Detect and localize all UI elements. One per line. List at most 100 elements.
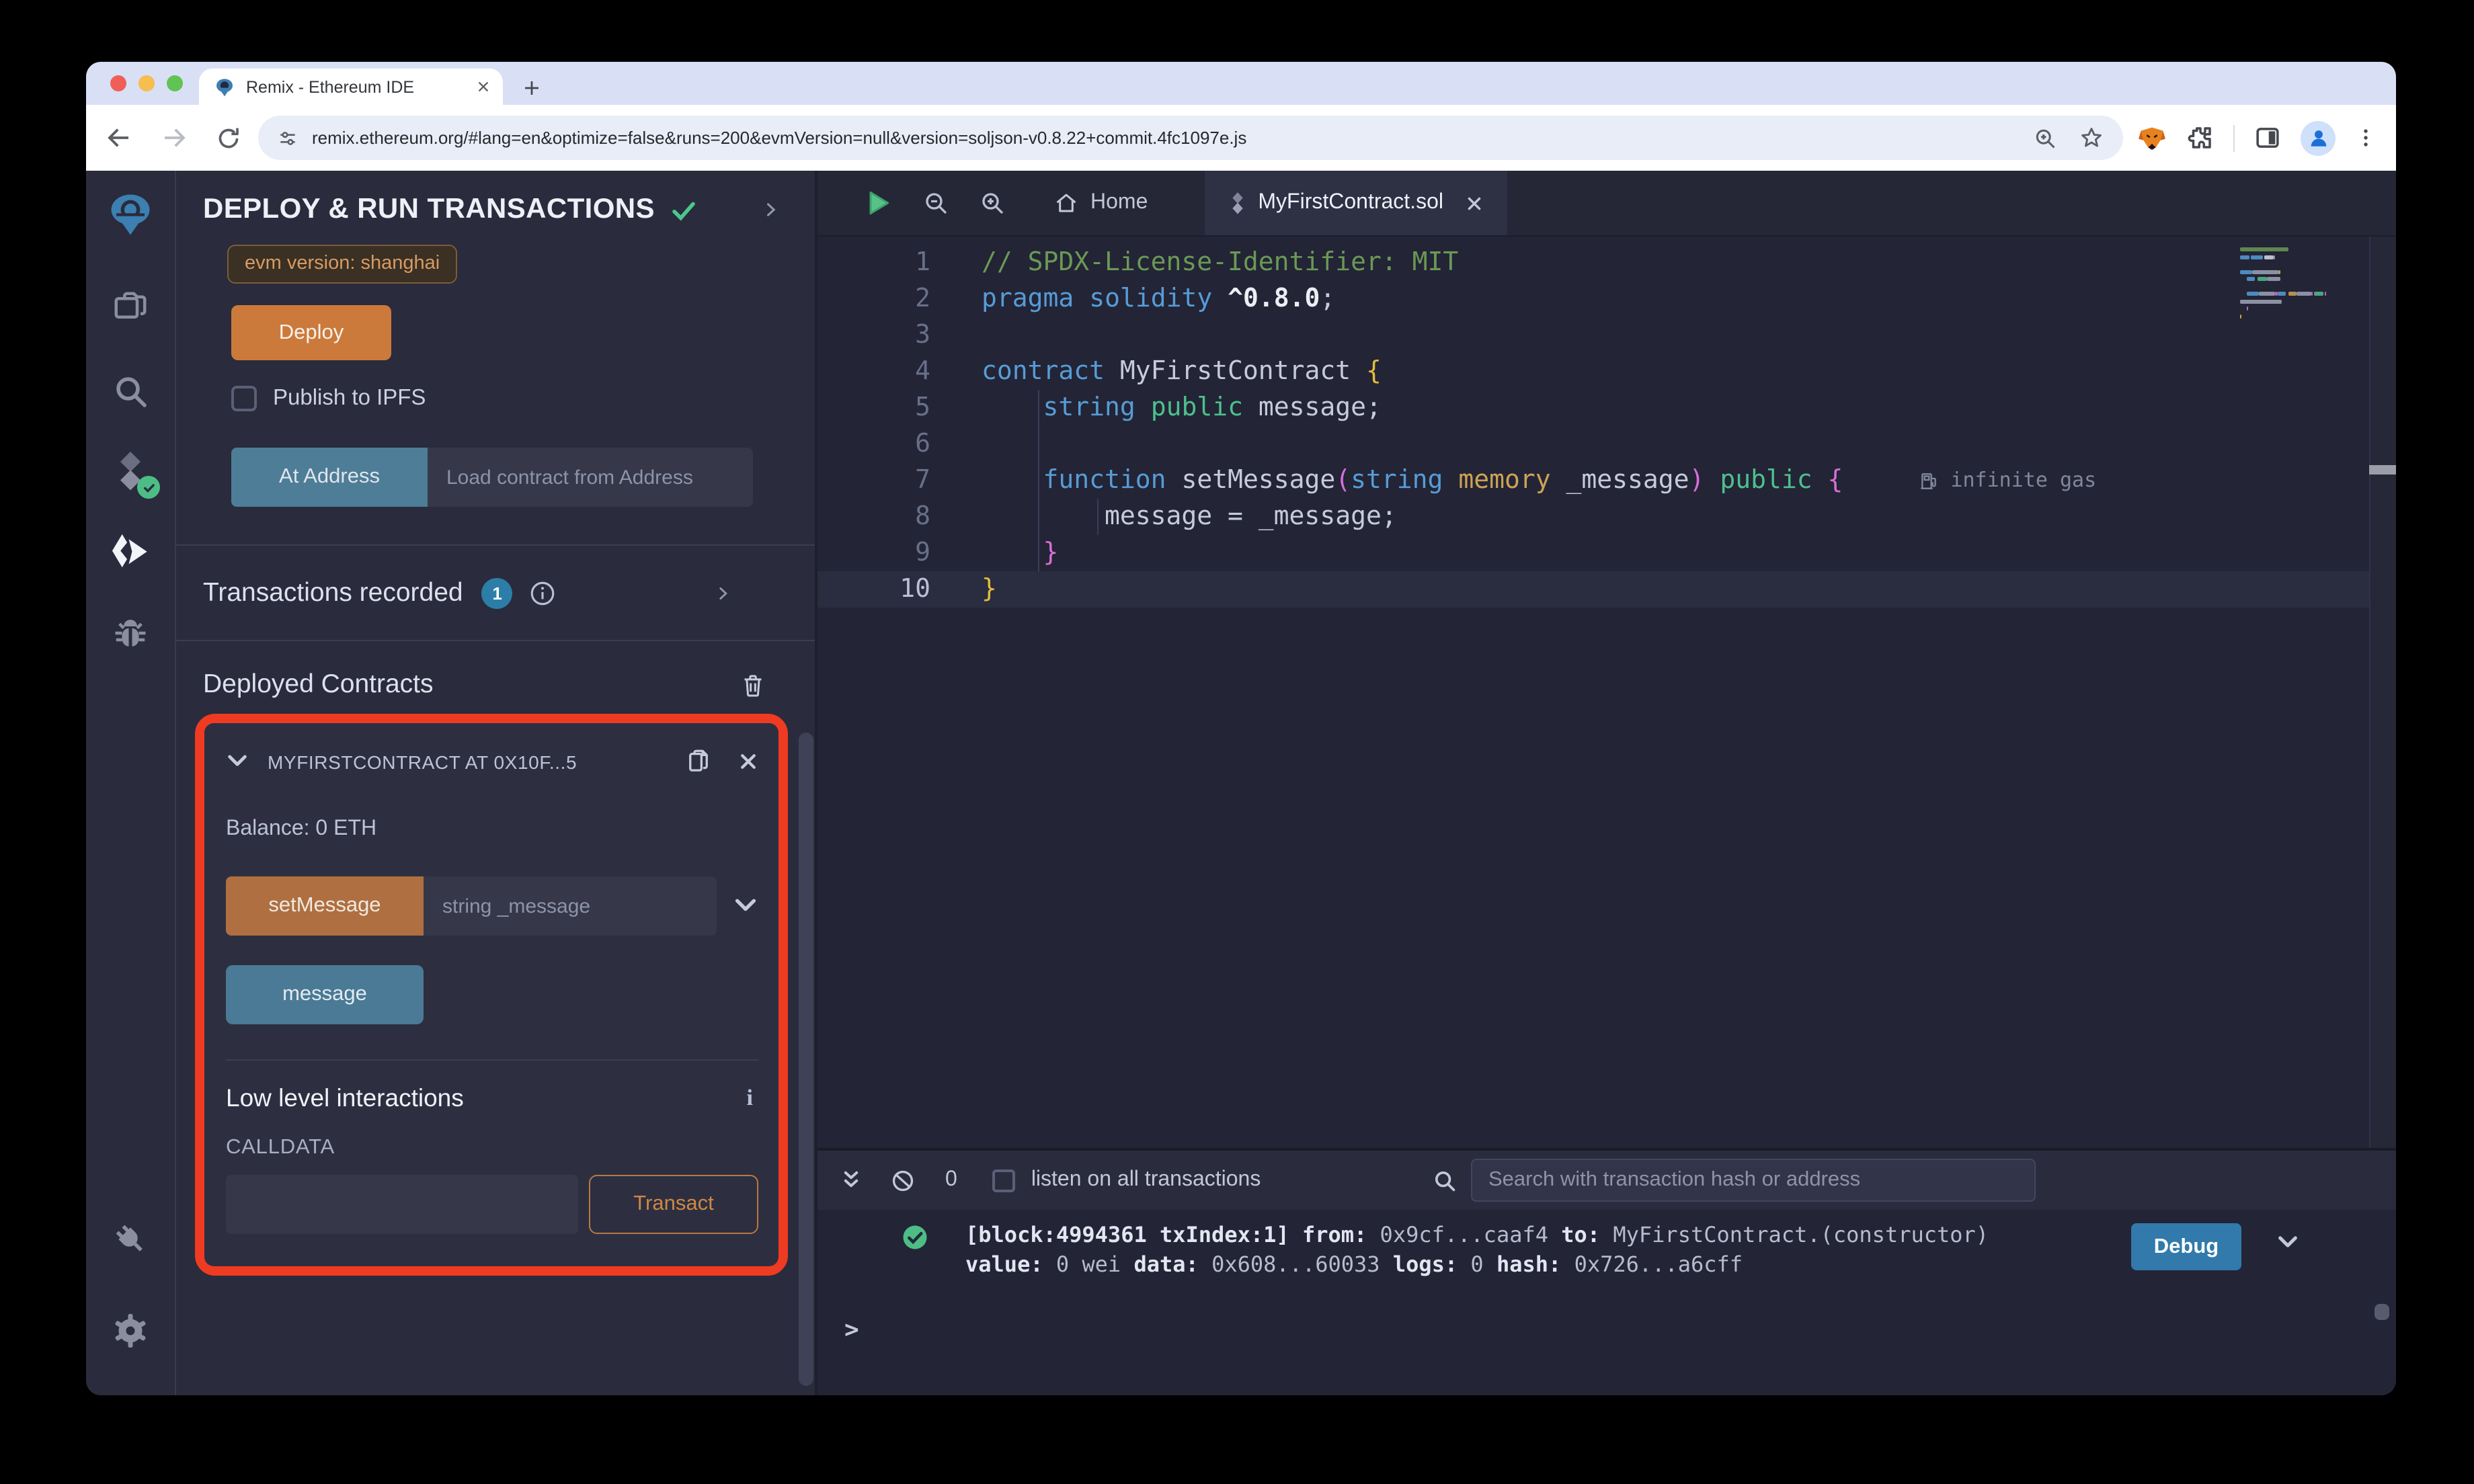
trash-icon[interactable] bbox=[740, 670, 766, 700]
terminal-scrollbar-thumb[interactable] bbox=[2375, 1304, 2389, 1320]
file-tab-active[interactable]: MyFirstContract.sol bbox=[1204, 171, 1508, 235]
home-tab[interactable]: Home bbox=[1033, 171, 1169, 235]
code-line[interactable]: 10} bbox=[817, 571, 2396, 608]
log-expand-chevron-icon[interactable] bbox=[2276, 1234, 2299, 1281]
line-number: 3 bbox=[915, 320, 930, 349]
settings-gear-icon[interactable] bbox=[106, 1307, 155, 1355]
file-tab-close-icon[interactable] bbox=[1466, 194, 1484, 212]
site-settings-icon[interactable] bbox=[277, 127, 298, 149]
message-getter-button[interactable]: message bbox=[226, 965, 424, 1024]
transactions-expand-chevron-icon[interactable] bbox=[714, 583, 731, 603]
reload-button[interactable] bbox=[215, 124, 242, 151]
set-message-button[interactable]: setMessage bbox=[226, 876, 424, 936]
contract-instance-title[interactable]: MYFIRSTCONTRACT AT 0X10F...5 bbox=[268, 751, 684, 772]
minimize-window-button[interactable] bbox=[138, 75, 155, 91]
card-divider bbox=[226, 1059, 758, 1061]
clear-console-icon[interactable] bbox=[890, 1167, 916, 1193]
code-line[interactable]: 2 pragma solidity ^0.8.0; bbox=[817, 281, 2396, 317]
back-button[interactable] bbox=[105, 124, 133, 152]
debugger-icon[interactable] bbox=[106, 609, 155, 657]
gas-annotation: infinite gas bbox=[1918, 462, 2096, 499]
side-panel-icon[interactable] bbox=[2253, 124, 2282, 152]
zoom-in-icon[interactable] bbox=[979, 190, 1006, 216]
terminal: 0 listen on all transactions Search with… bbox=[817, 1148, 2396, 1395]
tx-log-line-1: [block:4994361 txIndex:1] from: 0x9cf...… bbox=[965, 1222, 1989, 1247]
highlight-rectangle: MYFIRSTCONTRACT AT 0X10F...5 Balance: 0 … bbox=[195, 714, 788, 1276]
forward-button[interactable] bbox=[160, 124, 188, 152]
toolbar-divider bbox=[2233, 124, 2235, 151]
zoom-window-button[interactable] bbox=[167, 75, 183, 91]
solidity-compiler-icon[interactable] bbox=[106, 448, 160, 499]
deploy-button[interactable]: Deploy bbox=[231, 305, 391, 360]
close-window-button[interactable] bbox=[110, 75, 126, 91]
run-script-play-icon[interactable] bbox=[863, 188, 893, 218]
info-circle-icon[interactable] bbox=[529, 579, 557, 607]
browser-window: Remix - Ethereum IDE remix.ethereum.org/… bbox=[86, 62, 2396, 1395]
terminal-search-icon bbox=[1432, 1167, 1458, 1193]
code-line[interactable]: 4 contract MyFirstContract { bbox=[817, 354, 2396, 390]
listen-checkbox[interactable] bbox=[992, 1169, 1015, 1192]
code-line[interactable]: 7 function setMessage(string memory _mes… bbox=[817, 462, 2396, 499]
terminal-prompt[interactable]: > bbox=[844, 1316, 2396, 1344]
line-number: 10 bbox=[900, 574, 930, 604]
code-line[interactable]: 3 bbox=[817, 317, 2396, 354]
editor-area: Home MyFirstContract.sol 1// SPDX-Licens… bbox=[817, 171, 2396, 1395]
panel-scrollbar-thumb[interactable] bbox=[799, 733, 813, 1386]
deployed-contracts-heading: Deployed Contracts bbox=[203, 669, 434, 699]
line-number: 2 bbox=[915, 284, 930, 313]
code-line[interactable]: 6 bbox=[817, 426, 2396, 462]
zoom-out-icon[interactable] bbox=[922, 190, 949, 216]
editor-scrollbar-thumb[interactable] bbox=[2369, 465, 2396, 475]
file-explorer-icon[interactable] bbox=[106, 284, 155, 332]
at-address-input[interactable] bbox=[428, 448, 753, 507]
low-level-info-icon[interactable]: i bbox=[747, 1085, 753, 1112]
editor-scroll-strip[interactable] bbox=[2369, 237, 2396, 1148]
profile-avatar[interactable] bbox=[2301, 120, 2336, 155]
calldata-input[interactable] bbox=[226, 1175, 578, 1234]
search-icon[interactable] bbox=[106, 367, 155, 415]
terminal-search-input[interactable] bbox=[1471, 1159, 2036, 1202]
browser-tab-strip: Remix - Ethereum IDE bbox=[86, 62, 2396, 105]
transaction-log-row[interactable]: [block:4994361 txIndex:1] from: 0x9cf...… bbox=[817, 1221, 2396, 1281]
url-bar[interactable]: remix.ethereum.org/#lang=en&optimize=fal… bbox=[258, 116, 2123, 160]
code-line[interactable]: 5 string public message; bbox=[817, 390, 2396, 426]
tx-success-icon bbox=[901, 1223, 929, 1281]
browser-toolbar: remix.ethereum.org/#lang=en&optimize=fal… bbox=[86, 105, 2396, 171]
metamask-extension-icon[interactable] bbox=[2137, 122, 2167, 153]
browser-menu-icon[interactable] bbox=[2354, 126, 2377, 149]
line-number: 7 bbox=[915, 465, 930, 495]
tab-close-icon[interactable] bbox=[476, 79, 491, 94]
code-line[interactable]: 9 } bbox=[817, 535, 2396, 571]
editor-minimap[interactable] bbox=[2240, 247, 2364, 321]
tx-log-line-2: value: 0 wei data: 0x608...60033 logs: 0… bbox=[965, 1251, 1743, 1278]
at-address-button[interactable]: At Address bbox=[231, 448, 428, 507]
collapse-chevron-icon[interactable] bbox=[226, 753, 249, 770]
transactions-count-badge: 1 bbox=[481, 577, 513, 608]
zoom-page-icon[interactable] bbox=[2033, 126, 2057, 150]
remix-logo-icon[interactable] bbox=[106, 190, 155, 238]
code-lines: 1// SPDX-License-Identifier: MIT 2 pragma … bbox=[817, 245, 2396, 608]
expand-args-chevron-icon[interactable] bbox=[733, 897, 758, 915]
expand-terminal-icon[interactable] bbox=[839, 1168, 863, 1192]
set-message-input[interactable] bbox=[424, 876, 717, 936]
copy-address-icon[interactable] bbox=[684, 746, 713, 777]
compile-success-badge bbox=[137, 476, 160, 499]
plugin-manager-icon[interactable] bbox=[106, 1215, 155, 1264]
browser-tab[interactable]: Remix - Ethereum IDE bbox=[199, 69, 503, 105]
deploy-run-icon[interactable] bbox=[106, 528, 155, 577]
terminal-toolbar: 0 listen on all transactions bbox=[817, 1151, 2396, 1210]
code-editor[interactable]: 1// SPDX-License-Identifier: MIT 2 pragma … bbox=[817, 237, 2396, 1148]
publish-ipfs-label: Publish to IPFS bbox=[273, 386, 426, 410]
pending-tx-count: 0 bbox=[945, 1168, 957, 1191]
new-tab-button[interactable] bbox=[522, 78, 542, 98]
remove-instance-icon[interactable] bbox=[738, 751, 758, 772]
extensions-puzzle-icon[interactable] bbox=[2186, 124, 2214, 152]
publish-ipfs-checkbox[interactable] bbox=[231, 386, 257, 411]
panel-pin-chevron-icon[interactable] bbox=[761, 199, 780, 220]
bookmark-star-icon[interactable] bbox=[2079, 125, 2104, 151]
debug-button[interactable]: Debug bbox=[2131, 1223, 2241, 1270]
code-line[interactable]: 8 message = _message; bbox=[817, 499, 2396, 535]
line-number: 4 bbox=[915, 356, 930, 386]
code-line[interactable]: 1// SPDX-License-Identifier: MIT bbox=[817, 245, 2396, 281]
transact-button[interactable]: Transact bbox=[589, 1175, 758, 1234]
